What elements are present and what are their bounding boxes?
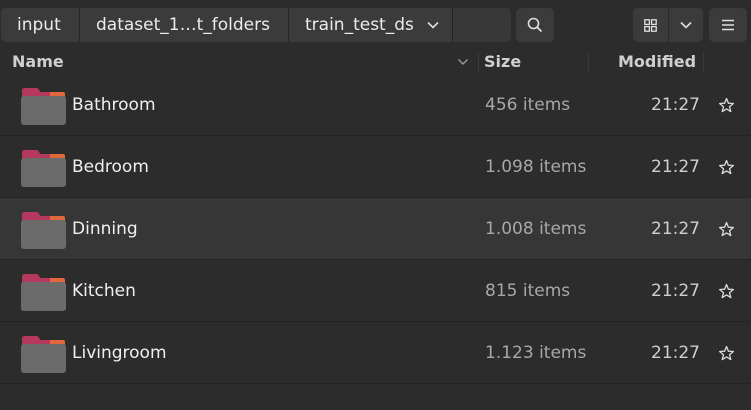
file-name: Bathroom — [72, 95, 156, 115]
search-icon — [527, 17, 543, 33]
file-list: Bathroom 456 items 21:27 Bedroom 1.098 i… — [0, 74, 751, 384]
star-icon[interactable] — [718, 221, 735, 238]
file-modified: 21:27 — [651, 343, 700, 363]
header-bar: input dataset_1…t_folders train_test_ds — [0, 0, 751, 50]
file-name: Dinning — [72, 219, 138, 239]
file-modified: 21:27 — [651, 95, 700, 115]
file-size: 456 items — [485, 95, 571, 115]
list-item[interactable]: Bathroom 456 items 21:27 — [0, 74, 751, 136]
file-name: Kitchen — [72, 281, 136, 301]
folder-icon — [21, 88, 66, 125]
breadcrumb-label: train_test_ds — [305, 15, 414, 35]
file-name: Livingroom — [72, 343, 167, 363]
list-item[interactable]: Bedroom 1.098 items 21:27 — [0, 136, 751, 198]
column-separator[interactable] — [703, 52, 704, 72]
search-button[interactable] — [516, 8, 554, 42]
column-header: Name Size Modified — [0, 50, 751, 74]
folder-icon — [21, 212, 66, 249]
column-modified-header[interactable]: Modified — [618, 50, 698, 74]
column-size-header[interactable]: Size — [484, 50, 584, 74]
list-empty-area[interactable] — [0, 384, 751, 410]
main-menu-button[interactable] — [709, 8, 747, 42]
grid-view-button[interactable] — [633, 8, 668, 42]
file-size: 815 items — [485, 281, 571, 301]
file-size: 1.123 items — [485, 343, 587, 363]
star-icon[interactable] — [718, 97, 735, 114]
file-modified: 21:27 — [651, 281, 700, 301]
breadcrumb: input dataset_1…t_folders train_test_ds — [1, 8, 511, 42]
hamburger-icon — [722, 19, 734, 31]
breadcrumb-item-dataset[interactable]: dataset_1…t_folders — [80, 8, 289, 42]
file-size: 1.008 items — [485, 219, 587, 239]
chevron-down-icon — [680, 21, 692, 29]
view-options-dropdown[interactable] — [667, 8, 704, 42]
list-item[interactable]: Kitchen 815 items 21:27 — [0, 260, 751, 322]
breadcrumb-label: input — [17, 15, 61, 35]
file-size: 1.098 items — [485, 157, 587, 177]
folder-icon — [21, 336, 66, 373]
folder-icon — [21, 150, 66, 187]
column-separator[interactable] — [588, 52, 589, 72]
file-modified: 21:27 — [651, 219, 700, 239]
chevron-down-icon[interactable] — [426, 18, 440, 32]
grid-icon — [643, 18, 657, 32]
file-modified: 21:27 — [651, 157, 700, 177]
folder-icon — [21, 274, 66, 311]
view-options-group — [633, 8, 703, 42]
star-icon[interactable] — [718, 283, 735, 300]
file-name: Bedroom — [72, 157, 149, 177]
sort-chevron-icon[interactable] — [456, 55, 470, 69]
breadcrumb-item-current[interactable]: train_test_ds — [289, 8, 453, 42]
star-icon[interactable] — [718, 345, 735, 362]
star-icon[interactable] — [718, 159, 735, 176]
list-item[interactable]: Livingroom 1.123 items 21:27 — [0, 322, 751, 384]
column-name-header[interactable]: Name — [12, 50, 462, 74]
column-separator[interactable] — [478, 52, 479, 72]
file-manager-window: input dataset_1…t_folders train_test_ds — [0, 0, 751, 410]
breadcrumb-item-input[interactable]: input — [1, 8, 80, 42]
breadcrumb-empty-area — [453, 8, 511, 42]
list-item[interactable]: Dinning 1.008 items 21:27 — [0, 198, 751, 260]
breadcrumb-label: dataset_1…t_folders — [96, 15, 270, 35]
